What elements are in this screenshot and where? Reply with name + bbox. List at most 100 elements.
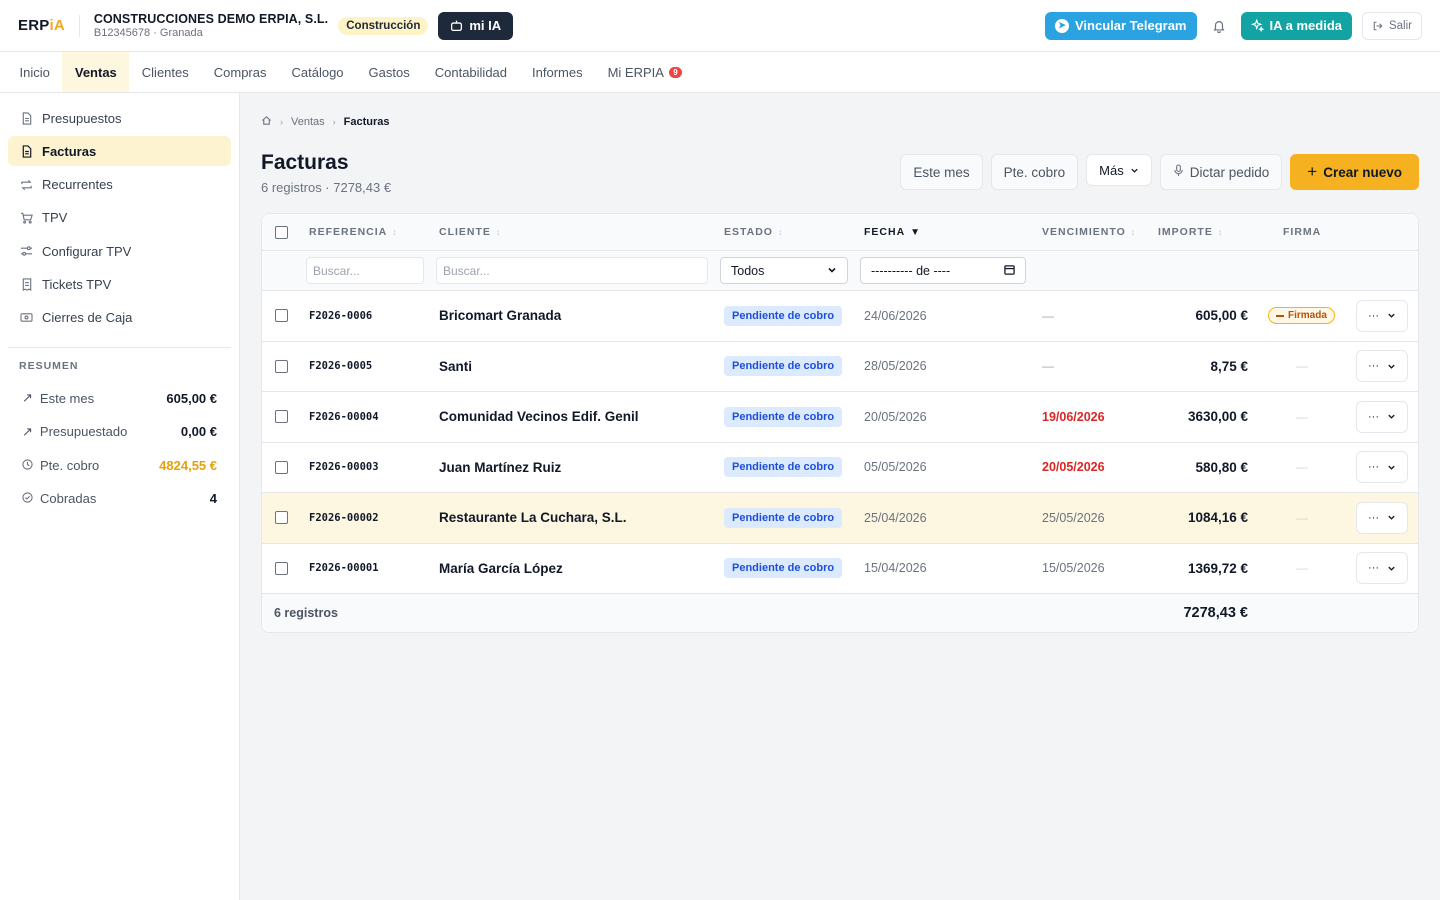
nav-informes[interactable]: Informes bbox=[520, 52, 596, 92]
client-name[interactable]: María García López bbox=[439, 544, 563, 594]
chevron-down-icon bbox=[827, 264, 837, 278]
button-label: Dictar pedido bbox=[1189, 164, 1270, 180]
sparkles-icon bbox=[1250, 19, 1264, 32]
row-actions-button[interactable]: ··· bbox=[1356, 501, 1408, 534]
chevron-down-icon bbox=[1388, 465, 1395, 470]
filter-pending-button[interactable]: Pte. cobro bbox=[990, 154, 1079, 190]
row-checkbox[interactable] bbox=[275, 443, 288, 493]
more-button[interactable]: Más bbox=[1086, 154, 1152, 186]
status-cell: Pendiente de cobro bbox=[724, 493, 843, 543]
table-row[interactable]: F2026-00001 María García López Pendiente d… bbox=[262, 544, 1418, 594]
mi-ia-button[interactable]: mi IA bbox=[438, 11, 514, 40]
trend-icon: ↗ bbox=[22, 423, 33, 439]
filter-this-month-button[interactable]: Este mes bbox=[900, 154, 983, 190]
client-name[interactable]: Santi bbox=[439, 342, 472, 392]
client-name[interactable]: Bricomart Granada bbox=[439, 291, 561, 341]
column-header-status[interactable]: ESTADO ↕ bbox=[724, 214, 783, 250]
nav-clientes[interactable]: Clientes bbox=[129, 52, 201, 92]
app-logo[interactable]: ERP iA bbox=[18, 17, 65, 34]
cash-icon bbox=[20, 311, 33, 324]
table-row[interactable]: F2026-00003 Juan Martínez Ruiz Pendiente d… bbox=[262, 443, 1418, 493]
nav-label: Inicio bbox=[19, 64, 50, 80]
client-name[interactable]: Comunidad Vecinos Edif. Genil bbox=[439, 392, 639, 442]
client-name[interactable]: Juan Martínez Ruiz bbox=[439, 443, 561, 493]
chevron-down-icon bbox=[1388, 313, 1395, 319]
column-header-client[interactable]: CLIENTE ↕ bbox=[439, 214, 501, 250]
sidebar-item-presupuestos[interactable]: Presupuestos bbox=[8, 103, 231, 133]
client-name[interactable]: Restaurante La Cuchara, S.L. bbox=[439, 493, 627, 543]
row-checkbox[interactable] bbox=[275, 342, 288, 392]
bell-icon[interactable] bbox=[1203, 12, 1235, 40]
dash-icon bbox=[1276, 314, 1284, 317]
nav-compras[interactable]: Compras bbox=[201, 52, 279, 92]
summary-value: 4 bbox=[209, 490, 217, 506]
table-row[interactable]: F2026-0006 Bricomart Granada Pendiente de … bbox=[262, 291, 1418, 342]
dictate-order-button[interactable]: Dictar pedido bbox=[1159, 154, 1283, 190]
invoice-ref[interactable]: F2026-00004 bbox=[309, 392, 379, 442]
signature-cell: Firmada bbox=[1268, 291, 1335, 341]
column-header-date[interactable]: FECHA ▼ bbox=[864, 214, 921, 250]
row-checkbox[interactable] bbox=[275, 544, 288, 594]
invoice-ref[interactable]: F2026-0005 bbox=[309, 342, 372, 392]
sidebar-item-tpv[interactable]: TPV bbox=[8, 203, 231, 233]
status-select[interactable]: Todos bbox=[720, 257, 848, 284]
nav-gastos[interactable]: Gastos bbox=[356, 52, 422, 92]
nav-catalogo[interactable]: Catálogo bbox=[279, 52, 356, 92]
row-actions: ··· bbox=[1356, 342, 1408, 392]
table-row[interactable]: F2026-00002 Restaurante La Cuchara, S.L. P… bbox=[262, 493, 1418, 544]
ref-search-input[interactable]: Buscar... bbox=[306, 257, 424, 284]
row-checkbox[interactable] bbox=[275, 493, 288, 543]
button-label: Más bbox=[1099, 162, 1124, 178]
column-label: CLIENTE bbox=[439, 226, 491, 238]
nav-contabilidad[interactable]: Contabilidad bbox=[422, 52, 519, 92]
nav-mi-erpia[interactable]: Mi ERPIA 9 bbox=[595, 52, 694, 92]
invoice-amount: 8,75 € bbox=[1210, 358, 1248, 374]
chevron-down-icon bbox=[1388, 364, 1395, 369]
invoice-ref[interactable]: F2026-0006 bbox=[309, 291, 372, 341]
invoice-ref[interactable]: F2026-00003 bbox=[309, 443, 379, 493]
sidebar-item-tickets-tpv[interactable]: Tickets TPV bbox=[8, 269, 231, 299]
nav-ventas[interactable]: Ventas bbox=[62, 52, 130, 92]
nav-inicio[interactable]: Inicio bbox=[7, 52, 62, 92]
chevron-down-icon bbox=[1388, 566, 1395, 571]
row-actions-button[interactable]: ··· bbox=[1356, 552, 1408, 585]
row-checkbox[interactable] bbox=[275, 291, 288, 341]
table-row[interactable]: F2026-00004 Comunidad Vecinos Edif. Genil… bbox=[262, 392, 1418, 443]
create-new-button[interactable]: + Crear nuevo bbox=[1290, 154, 1419, 190]
sidebar-item-configurar-tpv[interactable]: Configurar TPV bbox=[8, 236, 231, 266]
invoice-date: 28/05/2026 bbox=[864, 359, 927, 374]
table-row[interactable]: F2026-0005 Santi Pendiente de cobro 28/05/2… bbox=[262, 342, 1418, 392]
date-filter-input[interactable]: ---------- de ---- bbox=[860, 257, 1026, 284]
invoice-ref[interactable]: F2026-00002 bbox=[309, 493, 379, 543]
sidebar-item-recurrentes[interactable]: Recurrentes bbox=[8, 170, 231, 200]
status-cell: Pendiente de cobro bbox=[724, 291, 843, 341]
logout-button[interactable]: Salir bbox=[1361, 11, 1422, 40]
summary-value: 4824,55 € bbox=[159, 457, 217, 473]
due-date: 20/05/2026 bbox=[1042, 460, 1105, 475]
row-actions: ··· bbox=[1356, 544, 1408, 594]
column-header-ref[interactable]: REFERENCIA ↕ bbox=[309, 214, 398, 250]
column-header-signature: FIRMA bbox=[1283, 214, 1321, 250]
home-icon[interactable] bbox=[261, 115, 272, 129]
cart-icon bbox=[20, 211, 33, 224]
sidebar-item-facturas[interactable]: Facturas bbox=[8, 136, 231, 167]
column-header-due[interactable]: VENCIMIENTO ↕ bbox=[1042, 214, 1136, 250]
sidebar-item-cierres-caja[interactable]: Cierres de Caja bbox=[8, 303, 231, 333]
row-actions-button[interactable]: ··· bbox=[1356, 350, 1408, 383]
signature-badge: Firmada bbox=[1268, 307, 1335, 325]
status-cell: Pendiente de cobro bbox=[724, 443, 843, 493]
nav-label: Catálogo bbox=[291, 64, 344, 80]
invoice-ref[interactable]: F2026-00001 bbox=[309, 544, 379, 594]
date-value: ---------- de ---- bbox=[871, 263, 951, 278]
row-actions-button[interactable]: ··· bbox=[1356, 451, 1408, 484]
select-all-checkbox[interactable] bbox=[275, 214, 288, 250]
custom-ai-button[interactable]: IA a medida bbox=[1240, 11, 1352, 40]
breadcrumb-ventas[interactable]: Ventas bbox=[291, 116, 325, 128]
link-telegram-button[interactable]: ➤ Vincular Telegram bbox=[1044, 11, 1197, 40]
due-date: 15/05/2026 bbox=[1042, 561, 1105, 576]
row-actions-button[interactable]: ··· bbox=[1356, 299, 1408, 332]
row-actions-button[interactable]: ··· bbox=[1356, 400, 1408, 433]
row-checkbox[interactable] bbox=[275, 392, 288, 442]
column-header-amount[interactable]: IMPORTE ↕ bbox=[1158, 214, 1223, 250]
client-search-input[interactable]: Buscar... bbox=[436, 257, 708, 284]
